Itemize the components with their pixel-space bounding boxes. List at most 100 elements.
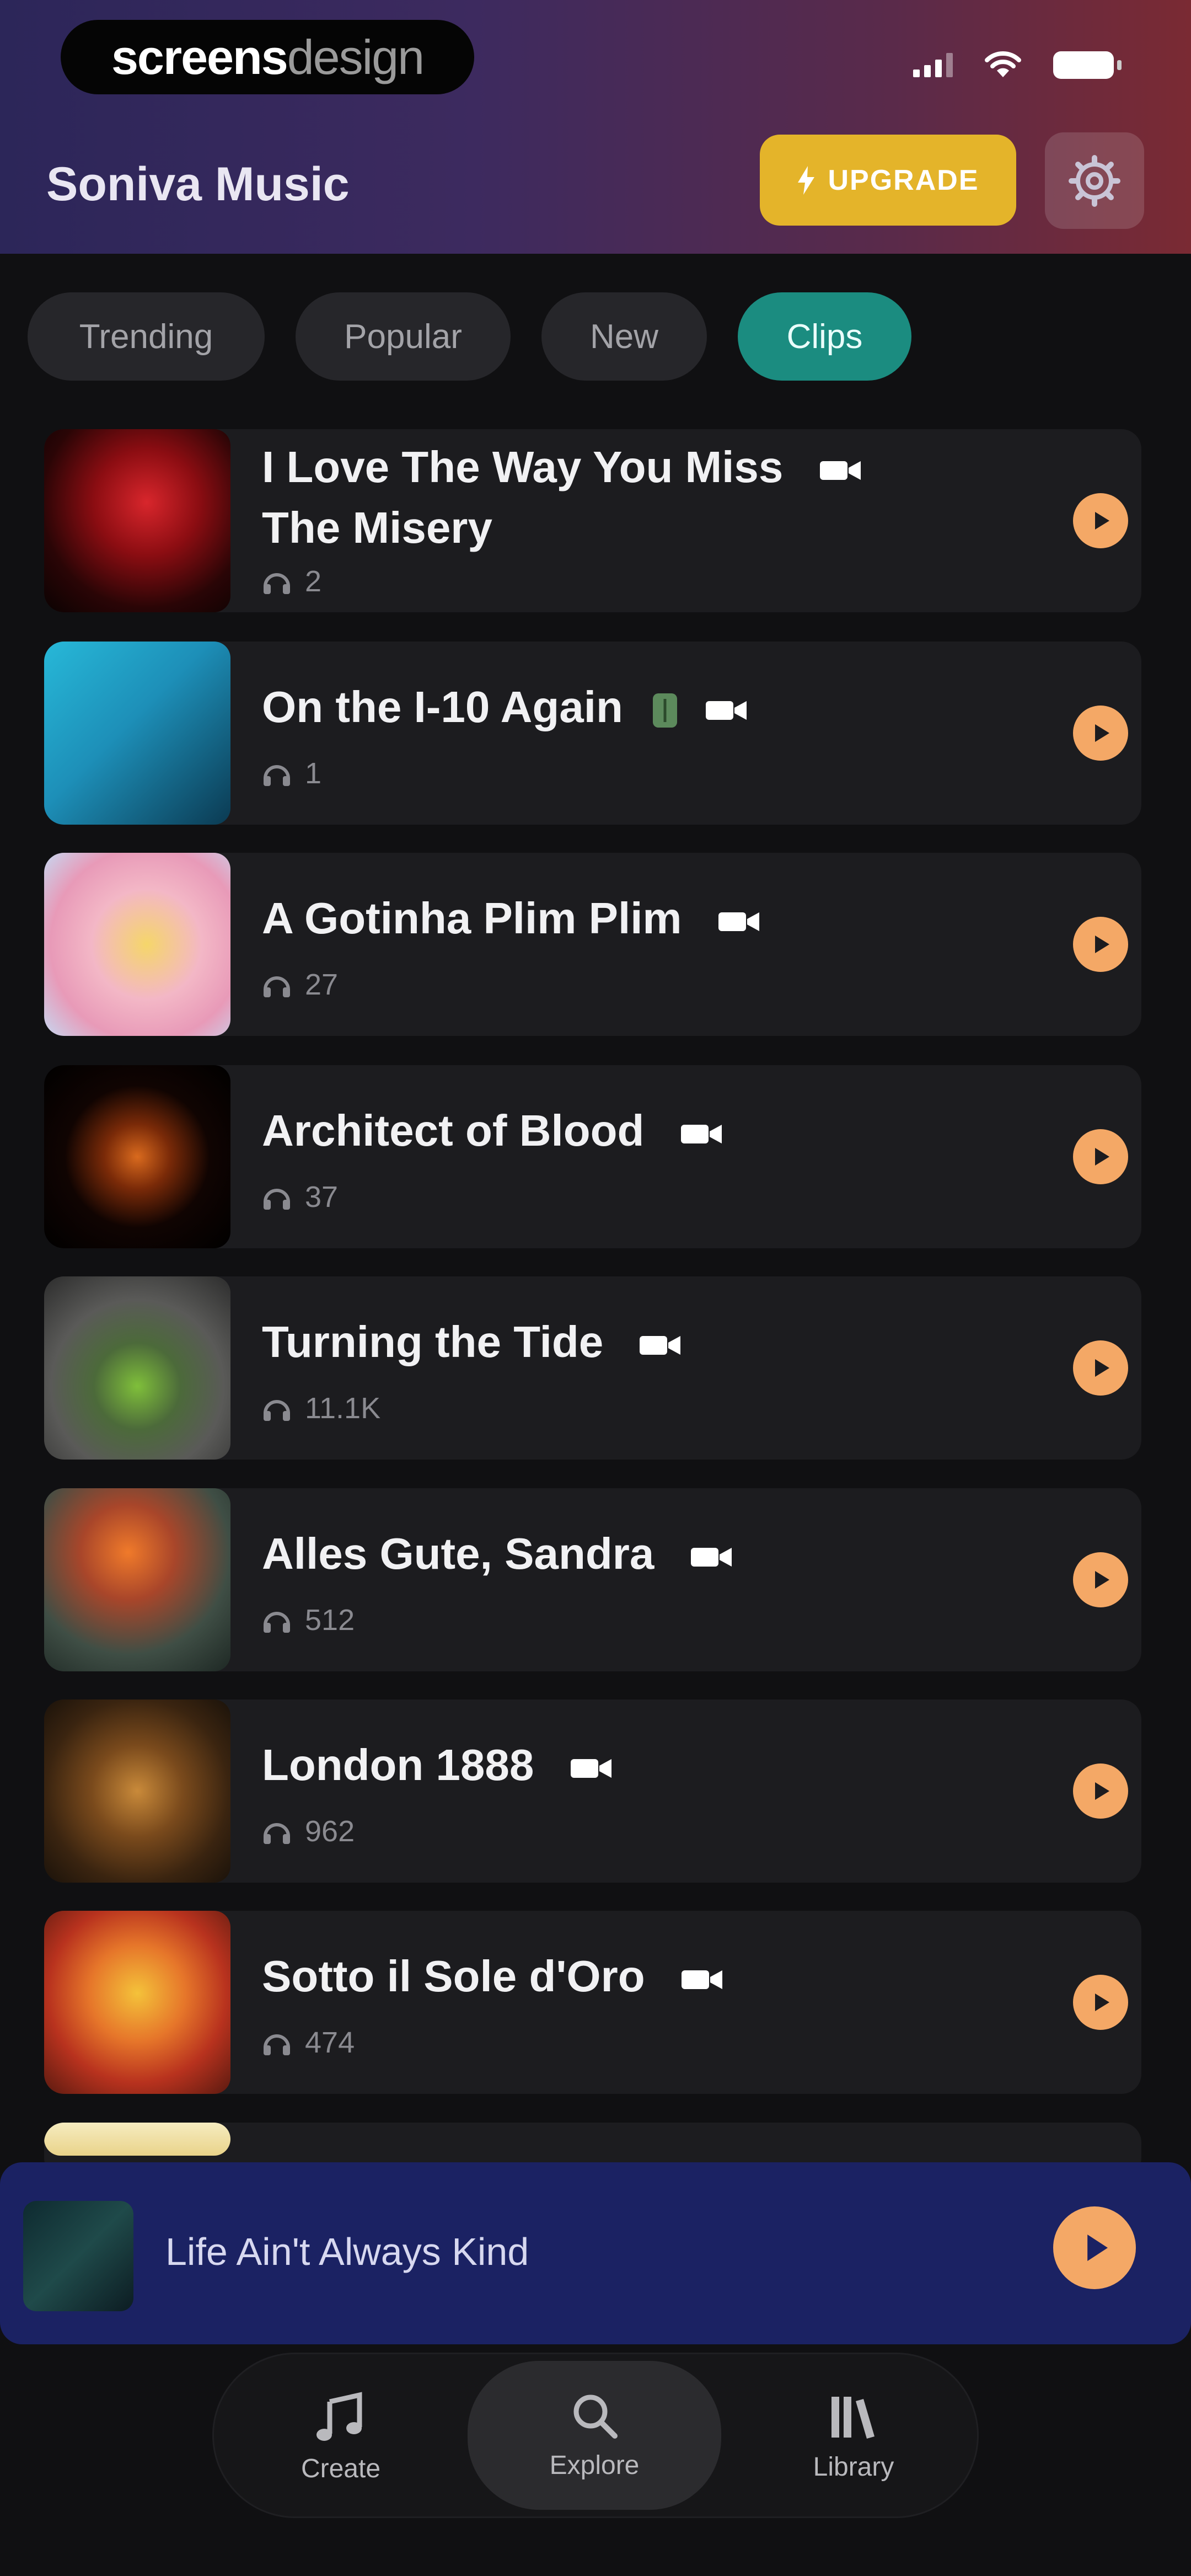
- list-item[interactable]: I Love The Way You Miss The Misery 2: [44, 429, 1141, 612]
- wifi-icon: [985, 51, 1021, 77]
- play-icon: [1095, 1994, 1109, 2011]
- video-camera-icon: [718, 912, 759, 931]
- play-icon: [1095, 1782, 1109, 1800]
- play-count: 2: [262, 564, 321, 598]
- video-camera-icon: [706, 701, 747, 720]
- status-icons: [913, 51, 1122, 79]
- video-camera-icon: [681, 1970, 722, 1989]
- track-title: London 1888: [262, 1735, 611, 1795]
- now-playing-title: Life Ain't Always Kind: [165, 2230, 529, 2273]
- track-artwork: [44, 1065, 230, 1248]
- list-item[interactable]: A Gotinha Plim Plim 27: [44, 853, 1141, 1036]
- nav-library[interactable]: Library: [727, 2354, 980, 2520]
- nav-explore-label: Explore: [549, 2450, 640, 2480]
- battery-icon: [1053, 51, 1122, 79]
- play-count: 512: [262, 1603, 355, 1637]
- play-icon: [1095, 1359, 1109, 1377]
- play-button[interactable]: [1073, 917, 1128, 972]
- headphones-icon: [264, 1189, 290, 1210]
- video-camera-icon: [640, 1335, 681, 1355]
- track-artwork: [44, 853, 230, 1036]
- video-camera-icon: [819, 461, 861, 480]
- headphones-icon: [264, 1400, 290, 1421]
- screensdesign-logo: screens design: [61, 20, 474, 94]
- mini-player[interactable]: Life Ain't Always Kind: [0, 2162, 1191, 2344]
- play-button[interactable]: [1073, 706, 1128, 761]
- play-icon: [1095, 936, 1109, 953]
- play-button[interactable]: [1073, 1340, 1128, 1396]
- lightning-icon: [798, 165, 815, 195]
- chip-popular[interactable]: Popular: [296, 292, 511, 381]
- track-artwork: [44, 1276, 230, 1460]
- list-item[interactable]: Alles Gute, Sandra 512: [44, 1488, 1141, 1671]
- track-title: Architect of Blood: [262, 1100, 722, 1161]
- list-item[interactable]: London 1888 962: [44, 1699, 1141, 1883]
- play-icon: [1095, 1571, 1109, 1589]
- play-count: 962: [262, 1814, 355, 1848]
- mini-play-button[interactable]: [1053, 2206, 1136, 2289]
- filter-chips: Trending Popular New Clips: [28, 292, 911, 381]
- play-button[interactable]: [1073, 1975, 1128, 2030]
- play-button[interactable]: [1073, 493, 1128, 548]
- play-button[interactable]: [1073, 1763, 1128, 1819]
- chip-trending[interactable]: Trending: [28, 292, 265, 381]
- track-artwork: [44, 642, 230, 825]
- upgrade-button[interactable]: UPGRADE: [760, 135, 1016, 226]
- app-title: Soniva Music: [46, 158, 350, 211]
- play-count: 474: [262, 2025, 355, 2060]
- headphones-icon: [264, 573, 290, 594]
- list-item[interactable]: On the I-10 Again 1: [44, 642, 1141, 825]
- play-count: 11.1K: [262, 1391, 380, 1425]
- track-artwork: [44, 429, 230, 612]
- play-count: 1: [262, 756, 321, 790]
- play-button[interactable]: [1073, 1552, 1128, 1607]
- chip-clips[interactable]: Clips: [738, 292, 911, 381]
- music-notes-icon: [316, 2391, 362, 2441]
- track-title: Turning the Tide: [262, 1312, 681, 1372]
- track-artwork: [44, 1699, 230, 1883]
- track-title: A Gotinha Plim Plim: [262, 888, 759, 949]
- now-playing-artwork: [23, 2201, 133, 2311]
- video-camera-icon: [570, 1759, 611, 1778]
- headphones-icon: [264, 1612, 290, 1633]
- logo-text-primary: screens: [111, 29, 288, 84]
- leaf-icon: [653, 693, 678, 728]
- gear-icon: [1069, 154, 1120, 207]
- track-title: On the I-10 Again: [262, 677, 747, 737]
- library-icon: [831, 2396, 875, 2439]
- nav-create[interactable]: Create: [214, 2354, 468, 2520]
- upgrade-label: UPGRADE: [828, 164, 979, 196]
- play-icon: [1095, 1148, 1109, 1166]
- headphones-icon: [264, 1823, 290, 1844]
- list-item[interactable]: Sotto il Sole d'Oro 474: [44, 1911, 1141, 2094]
- nav-explore[interactable]: Explore: [468, 2361, 721, 2510]
- play-count: 27: [262, 968, 338, 1002]
- list-item[interactable]: Architect of Blood 37: [44, 1065, 1141, 1248]
- headphones-icon: [264, 2034, 290, 2055]
- play-count: 37: [262, 1180, 338, 1214]
- nav-library-label: Library: [813, 2452, 894, 2482]
- chip-new[interactable]: New: [541, 292, 707, 381]
- search-icon: [573, 2395, 618, 2439]
- settings-button[interactable]: [1045, 132, 1144, 229]
- headphones-icon: [264, 976, 290, 997]
- track-artwork: [44, 2123, 230, 2156]
- track-title: I Love The Way You Miss The Misery: [262, 437, 861, 558]
- track-title: Alles Gute, Sandra: [262, 1524, 732, 1584]
- bottom-nav: Create Explore Library: [212, 2353, 979, 2518]
- video-camera-icon: [690, 1547, 732, 1567]
- signal-icon: [913, 53, 953, 77]
- play-button[interactable]: [1073, 1129, 1128, 1184]
- headphones-icon: [264, 765, 290, 786]
- play-icon: [1095, 512, 1109, 530]
- logo-text-secondary: design: [287, 29, 425, 84]
- track-artwork: [44, 1488, 230, 1671]
- list-item[interactable]: Turning the Tide 11.1K: [44, 1276, 1141, 1460]
- play-icon: [1095, 724, 1109, 742]
- track-title: Sotto il Sole d'Oro: [262, 1946, 722, 2007]
- track-artwork: [44, 1911, 230, 2094]
- play-icon: [1087, 2235, 1108, 2261]
- app-header: screens design Soniva Music UPGRADE: [0, 0, 1191, 254]
- nav-create-label: Create: [301, 2454, 381, 2483]
- video-camera-icon: [680, 1124, 722, 1143]
